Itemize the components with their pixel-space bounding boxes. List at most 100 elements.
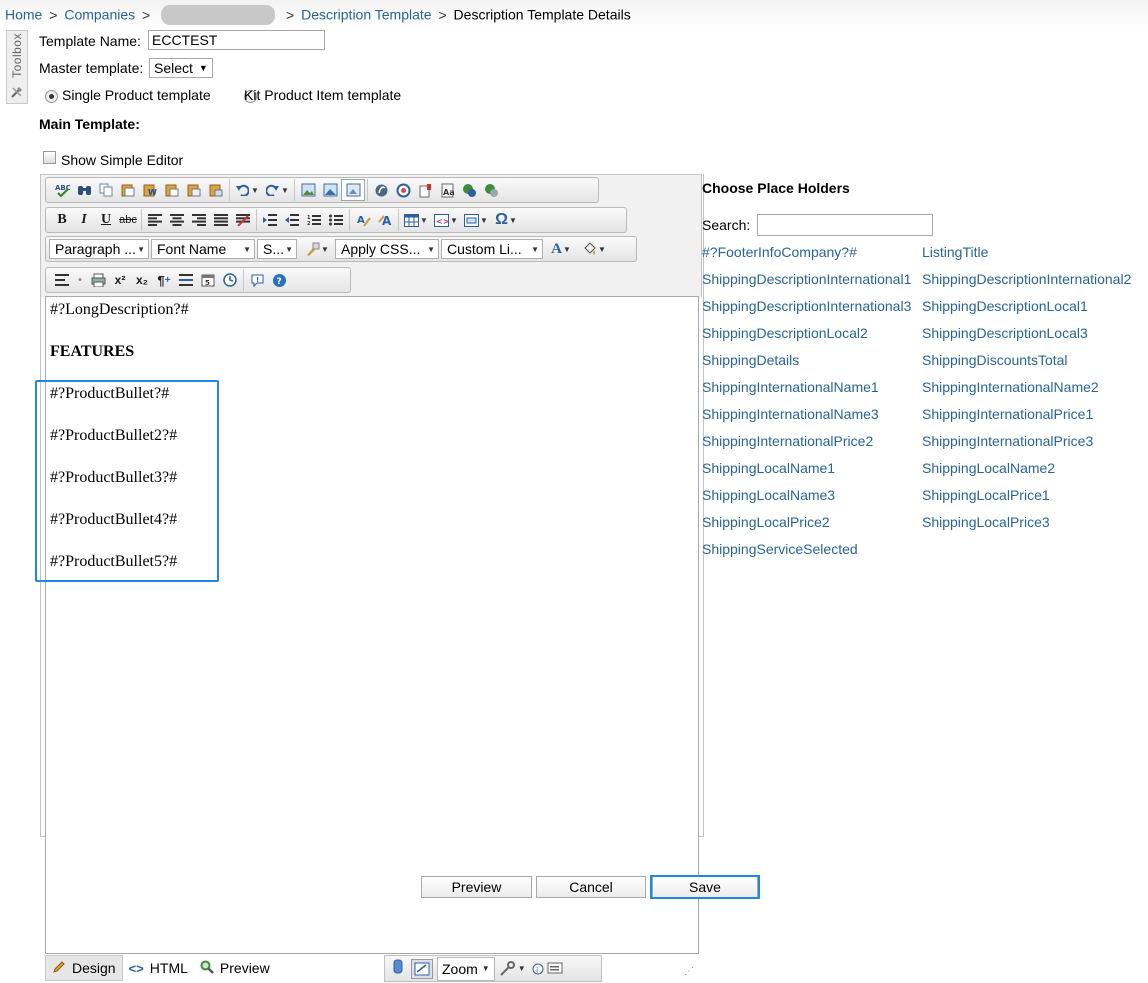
align-center-icon[interactable] [166, 210, 188, 230]
numbered-list-icon[interactable]: 12 [303, 210, 325, 230]
insert-table-icon[interactable]: ▼ [401, 210, 431, 230]
image-map-icon[interactable] [319, 180, 341, 200]
single-product-radio[interactable] [45, 89, 58, 103]
italic-icon[interactable]: I [73, 210, 95, 230]
cancel-button[interactable]: Cancel [536, 876, 646, 898]
strikethrough-icon[interactable]: abc [117, 210, 139, 230]
html-tab[interactable]: <> HTML [123, 955, 194, 981]
redo-icon[interactable]: ▼ [262, 180, 292, 200]
bullet-dot-icon[interactable]: • [73, 270, 87, 290]
placeholders-search-input[interactable] [757, 214, 933, 236]
statistics-icon[interactable]: i [530, 959, 564, 978]
help-icon[interactable]: ? [268, 270, 290, 290]
hyperlink-manager-icon[interactable] [458, 180, 480, 200]
placeholder-link[interactable]: ShippingInternationalName2 [922, 379, 1099, 395]
outdent-icon[interactable] [281, 210, 303, 230]
zoom-dropdown[interactable]: Zoom ▼ [437, 956, 495, 981]
flash-icon[interactable] [370, 180, 392, 200]
paragraph-style-dropdown[interactable]: Paragraph ... ▼ [49, 239, 149, 259]
apply-css-dropdown[interactable]: Apply CSS... ▼ [335, 239, 439, 259]
spellcheck-icon[interactable]: ABC [51, 180, 73, 200]
preview-tab[interactable]: Preview [194, 955, 276, 981]
insert-time-icon[interactable] [219, 270, 241, 290]
preview-button[interactable]: Preview [421, 876, 532, 898]
document-manager-icon[interactable] [414, 180, 436, 200]
background-color-icon[interactable]: ▼ [577, 239, 611, 259]
placeholder-link[interactable]: ShippingInternationalPrice1 [922, 406, 1093, 422]
master-template-select[interactable]: Select ▼ [149, 58, 213, 78]
print-icon[interactable] [87, 270, 109, 290]
breadcrumb-home-link[interactable]: Home [5, 7, 42, 23]
template-manager-icon[interactable]: Aa [436, 180, 458, 200]
bulleted-list-icon[interactable] [325, 210, 347, 230]
clear-formatting-icon[interactable]: A [374, 210, 396, 230]
align-left-icon[interactable] [144, 210, 166, 230]
horizontal-rule-icon[interactable] [175, 270, 197, 290]
placeholder-link[interactable]: ShippingLocalName2 [922, 460, 1055, 476]
show-simple-editor-checkbox[interactable] [43, 151, 56, 164]
paragraph-align-icon[interactable] [51, 270, 73, 290]
paste-icon[interactable] [117, 180, 139, 200]
module-tools-icon[interactable]: ▼ [499, 960, 526, 977]
placeholder-link[interactable]: ShippingInternationalPrice2 [702, 433, 873, 449]
insert-symbol-icon[interactable]: Ω ▼ [491, 210, 521, 230]
module-manager-icon[interactable]: ! [246, 270, 268, 290]
insert-snippet-icon[interactable]: <> ▼ [431, 210, 461, 230]
placeholder-link[interactable]: ShippingLocalPrice1 [922, 487, 1050, 503]
find-replace-icon[interactable] [73, 180, 95, 200]
placeholder-link[interactable]: ShippingInternationalPrice3 [922, 433, 1093, 449]
paragraph-mark-icon[interactable]: ¶ + [153, 270, 175, 290]
breadcrumb-companies-link[interactable]: Companies [64, 7, 135, 23]
font-size-dropdown[interactable]: S... ▼ [257, 239, 297, 259]
placeholder-link[interactable]: ShippingDescriptionInternational2 [922, 271, 1131, 287]
placeholder-link[interactable]: ShippingDescriptionLocal3 [922, 325, 1088, 341]
toolbox-tab[interactable]: Toolbox [6, 30, 28, 104]
paste-from-word-icon[interactable]: W [139, 180, 161, 200]
bold-icon[interactable]: B [51, 210, 73, 230]
placeholder-link[interactable]: ShippingDescriptionLocal1 [922, 298, 1088, 314]
remove-link-icon[interactable] [480, 180, 502, 200]
breadcrumb-description-template-link[interactable]: Description Template [301, 7, 431, 23]
placeholder-link[interactable]: ShippingLocalName3 [702, 487, 835, 503]
placeholder-link[interactable]: ShippingDescriptionInternational3 [702, 298, 911, 314]
placeholder-link[interactable]: ShippingDiscountsTotal [922, 352, 1068, 368]
indent-icon[interactable] [259, 210, 281, 230]
media-icon[interactable] [392, 180, 414, 200]
format-painter-icon[interactable]: ▼ [299, 239, 335, 259]
placeholder-link[interactable]: ShippingLocalPrice2 [702, 514, 830, 530]
placeholder-link[interactable]: #?FooterInfoCompany?# [702, 244, 857, 260]
copy-icon[interactable] [95, 180, 117, 200]
placeholder-link[interactable]: ShippingDescriptionLocal2 [702, 325, 868, 341]
image-manager-icon[interactable] [297, 180, 319, 200]
custom-links-dropdown[interactable]: Custom Li... ▼ [441, 239, 543, 259]
placeholder-link[interactable]: ShippingLocalPrice3 [922, 514, 1050, 530]
placeholder-link[interactable]: ShippingInternationalName3 [702, 406, 879, 422]
placeholder-link[interactable]: ShippingInternationalName1 [702, 379, 879, 395]
align-right-icon[interactable] [188, 210, 210, 230]
paste-html-icon[interactable] [205, 180, 227, 200]
track-changes-icon[interactable] [411, 958, 433, 979]
template-name-input[interactable] [148, 30, 325, 50]
undo-icon[interactable]: ▼ [232, 180, 262, 200]
placeholder-link[interactable]: ShippingDetails [702, 352, 799, 368]
font-name-dropdown[interactable]: Font Name ▼ [151, 239, 255, 259]
font-color-icon[interactable]: A ▼ [545, 239, 577, 259]
insert-date-icon[interactable]: 5 [197, 270, 219, 290]
ajax-spellcheck-icon[interactable] [389, 958, 407, 979]
placeholder-link[interactable]: ShippingDescriptionInternational1 [702, 271, 911, 287]
paste-as-html-icon[interactable] [183, 180, 205, 200]
justify-icon[interactable] [210, 210, 232, 230]
placeholder-link[interactable]: ListingTitle [922, 244, 988, 260]
superscript-icon[interactable]: x² [109, 270, 131, 290]
placeholder-link[interactable]: ShippingLocalName1 [702, 460, 835, 476]
placeholder-link[interactable]: ShippingServiceSelected [702, 541, 858, 557]
underline-icon[interactable]: U [95, 210, 117, 230]
remove-alignment-icon[interactable] [232, 210, 254, 230]
resize-grip-icon[interactable]: ⋰ [684, 966, 694, 977]
image-editor-icon[interactable] [341, 179, 365, 201]
design-tab[interactable]: Design [45, 955, 123, 981]
format-stripper-icon[interactable]: A [352, 210, 374, 230]
subscript-icon[interactable]: x₂ [131, 270, 153, 290]
paste-plain-text-icon[interactable] [161, 180, 183, 200]
insert-form-element-icon[interactable]: ▼ [461, 210, 491, 230]
